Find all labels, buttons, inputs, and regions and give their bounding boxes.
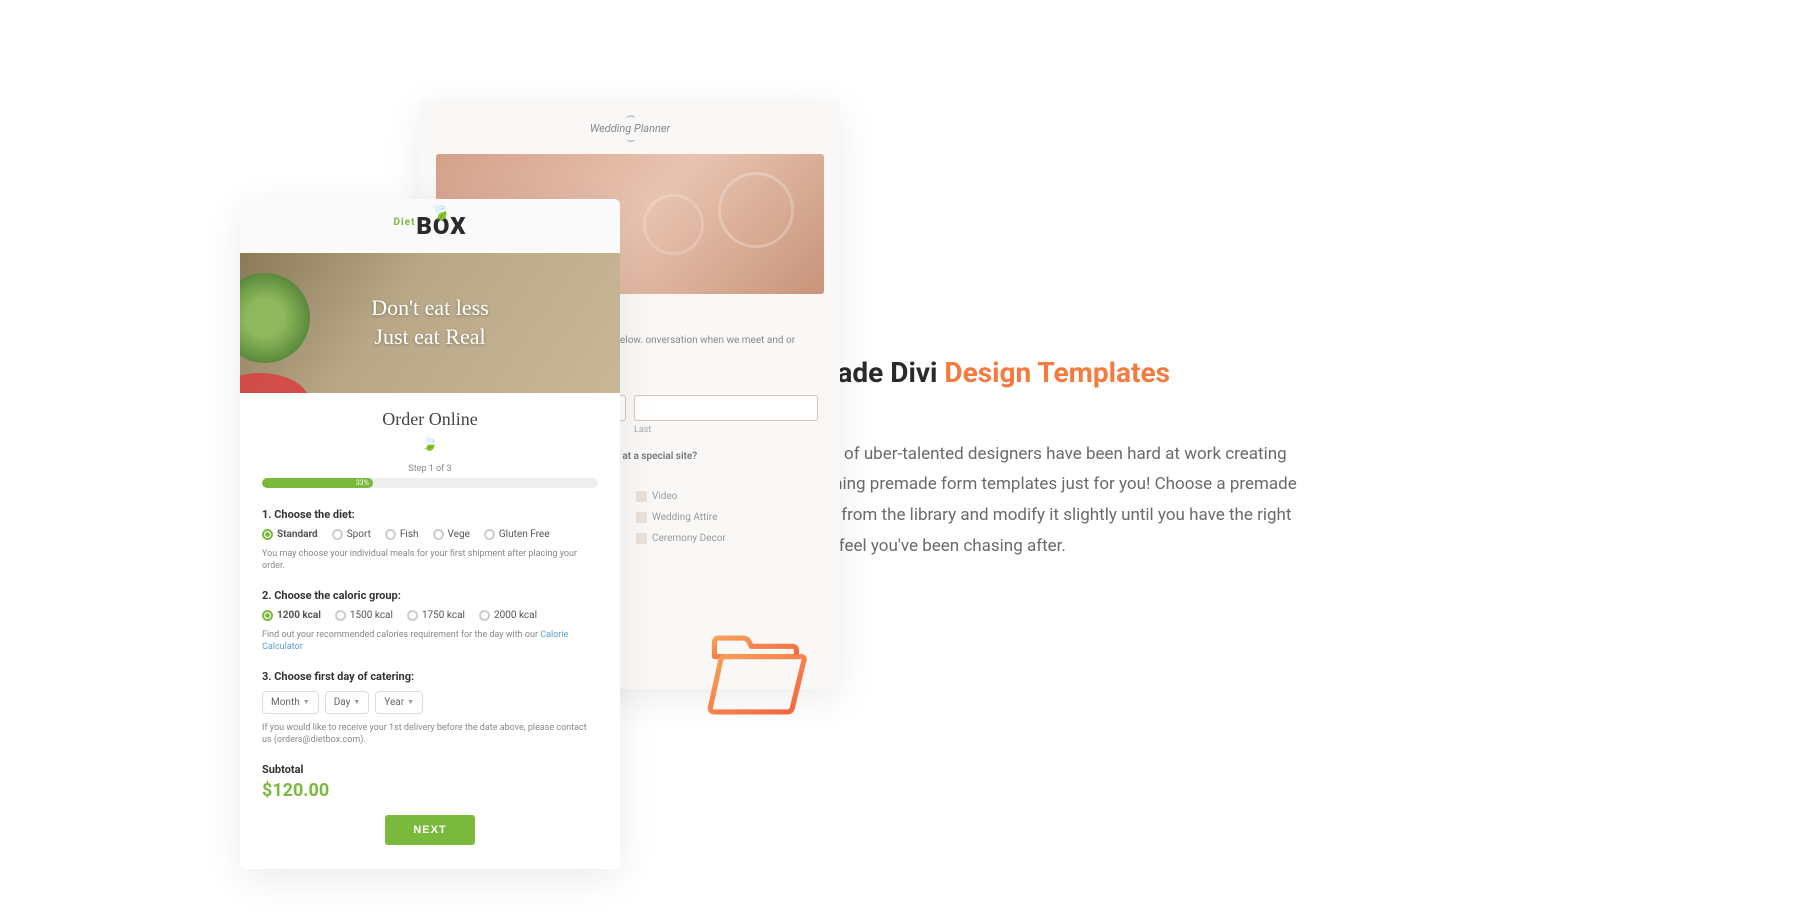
diet-hero-line2: Just eat Real — [371, 323, 489, 352]
chevron-down-icon: ▼ — [303, 698, 310, 706]
cal-1500[interactable]: 1500 kcal — [335, 610, 393, 621]
year-select[interactable]: Year▼ — [375, 691, 423, 714]
day-select[interactable]: Day▼ — [325, 691, 370, 714]
order-online-title: Order Online — [262, 409, 598, 430]
q3-hint: If you would like to receive your 1st de… — [262, 722, 598, 747]
diet-template-card: 🍃 DietBOX Don't eat less Just eat Real O… — [240, 199, 620, 870]
diet-glutenfree[interactable]: Gluten Free — [484, 529, 550, 540]
folder-icon — [705, 634, 810, 716]
last-sublabel: Last — [634, 425, 818, 435]
chevron-down-icon: ▼ — [353, 698, 360, 706]
diet-hero: Don't eat less Just eat Real — [240, 253, 620, 393]
section-heading: Premade Divi Design Templates — [770, 356, 1310, 389]
next-button[interactable]: NEXT — [385, 815, 474, 845]
leaf-decoration-icon: 🍃 — [262, 436, 598, 452]
groom-last-input[interactable] — [634, 395, 818, 421]
subtotal-label: Subtotal — [262, 763, 598, 776]
diet-hero-line1: Don't eat less — [371, 294, 489, 323]
diet-standard[interactable]: Standard — [262, 529, 318, 540]
cal-1200[interactable]: 1200 kcal — [262, 610, 321, 621]
subtotal-price: $120.00 — [262, 780, 598, 801]
q1-hint: You may choose your individual meals for… — [262, 548, 598, 573]
progress-bar: 33% — [262, 478, 598, 488]
q2-hint: Find out your recommended calories requi… — [262, 629, 598, 654]
check-ceremony-decor[interactable]: Ceremony Decor — [636, 533, 818, 544]
text-column: Premade Divi Design Templates Our team o… — [770, 356, 1390, 561]
check-video[interactable]: Video — [636, 491, 818, 502]
diet-fish[interactable]: Fish — [385, 529, 419, 540]
progress-fill: 33% — [262, 478, 373, 488]
cal-1750[interactable]: 1750 kcal — [407, 610, 465, 621]
q3-label: 3. Choose first day of catering: — [262, 670, 598, 683]
q1-label: 1. Choose the diet: — [262, 508, 598, 521]
check-wedding-attire[interactable]: Wedding Attire — [636, 512, 818, 523]
diet-vege[interactable]: Vege — [433, 529, 470, 540]
month-select[interactable]: Month▼ — [262, 691, 319, 714]
wedding-logo: ⌢ Wedding Planner ⌣ — [420, 99, 840, 154]
diet-logo: 🍃 DietBOX — [393, 212, 466, 240]
chevron-down-icon: ▼ — [407, 698, 414, 706]
diet-sport[interactable]: Sport — [332, 529, 371, 540]
templates-preview: ⌢ Wedding Planner ⌣ g Planner ❦ Question… — [80, 79, 700, 839]
step-indicator: Step 1 of 3 — [262, 464, 598, 474]
q2-label: 2. Choose the caloric group: — [262, 589, 598, 602]
section-body: Our team of uber-talented designers have… — [770, 439, 1310, 561]
cal-2000[interactable]: 2000 kcal — [479, 610, 537, 621]
